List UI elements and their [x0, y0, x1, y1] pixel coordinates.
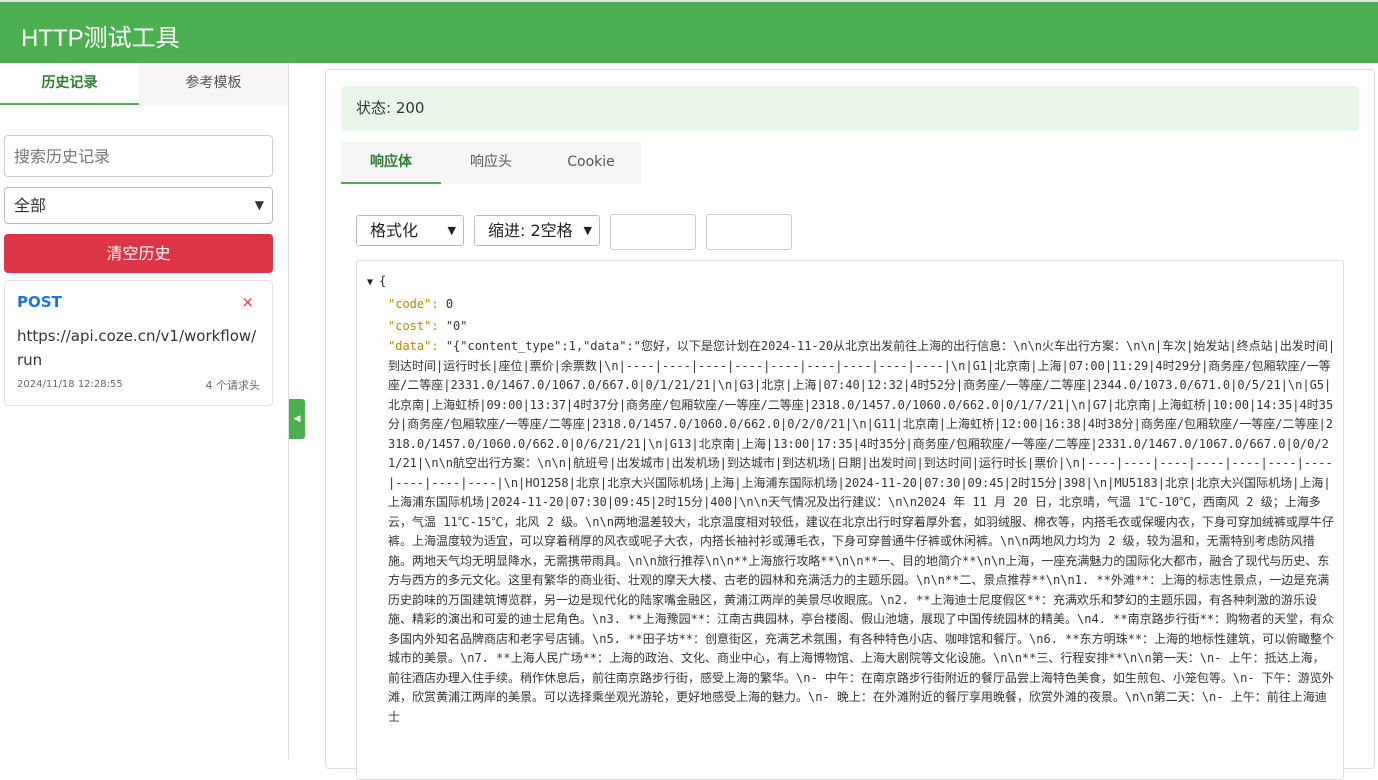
- json-row-data: "data": "{"content_type":1,"data":"您好，以下…: [388, 337, 1336, 727]
- history-headers-count: 4 个请求头: [205, 379, 261, 392]
- json-key: "data":: [388, 339, 439, 353]
- json-row-code: "code": 0: [388, 297, 453, 311]
- json-key: "code":: [388, 297, 439, 311]
- tab-cookie[interactable]: Cookie: [541, 142, 641, 184]
- chevron-down-icon: ▼: [447, 224, 456, 237]
- json-value: "{"content_type":1,"data":"您好，以下是您计划在202…: [388, 339, 1336, 724]
- sidebar: 历史记录 参考模板 全部 ▼ 清空历史 POST × https://api.c…: [0, 63, 289, 759]
- status-bar: 状态: 200: [341, 86, 1359, 131]
- json-root-toggle[interactable]: ▼{: [367, 274, 386, 288]
- history-url: https://api.coze.cn/v1/workflow/run: [17, 327, 257, 369]
- collapse-triangle-icon: ▼: [367, 277, 374, 288]
- app-header: HTTP测试工具: [0, 0, 1378, 63]
- json-tool-input-1[interactable]: [610, 214, 696, 250]
- format-value: 格式化: [370, 221, 419, 240]
- tab-response-headers[interactable]: 响应头: [441, 142, 541, 184]
- delete-history-icon[interactable]: ×: [241, 293, 254, 311]
- history-filter-select[interactable]: 全部 ▼: [4, 187, 273, 224]
- indent-select[interactable]: 缩进: 2空格 ▼: [474, 215, 600, 246]
- json-open-brace: {: [379, 274, 387, 288]
- json-key: "cost":: [388, 319, 439, 333]
- history-item[interactable]: POST × https://api.coze.cn/v1/workflow/r…: [4, 280, 273, 406]
- json-row-cost: "cost": "0": [388, 319, 468, 333]
- sidebar-tabs: 历史记录 参考模板: [0, 63, 289, 105]
- chevron-down-icon: ▼: [583, 224, 592, 237]
- history-search-input[interactable]: [4, 135, 273, 177]
- tab-templates[interactable]: 参考模板: [139, 63, 288, 105]
- history-method: POST: [17, 293, 62, 311]
- clear-history-button[interactable]: 清空历史: [4, 234, 273, 273]
- tab-response-body[interactable]: 响应体: [341, 142, 441, 184]
- json-tool-input-2[interactable]: [706, 214, 792, 250]
- json-viewer[interactable]: ▼{ "code": 0 "cost": "0" "data": "{"cont…: [356, 260, 1344, 780]
- chevron-down-icon: ▼: [254, 198, 264, 212]
- indent-value: 缩进: 2空格: [488, 221, 573, 240]
- filter-value: 全部: [14, 196, 47, 215]
- collapse-sidebar-icon[interactable]: ◀: [289, 399, 305, 439]
- tab-history[interactable]: 历史记录: [0, 63, 139, 105]
- app-title: HTTP测试工具: [21, 25, 180, 52]
- json-value: 0: [445, 297, 454, 311]
- format-select[interactable]: 格式化 ▼: [356, 215, 464, 246]
- json-value: "0": [445, 319, 468, 333]
- response-tabs: 响应体 响应头 Cookie: [341, 142, 641, 184]
- history-time: 2024/11/18 12:28:55: [17, 379, 123, 390]
- response-panel: 状态: 200 响应体 响应头 Cookie 格式化 ▼ 缩进: 2空格 ▼ ▼…: [325, 69, 1375, 780]
